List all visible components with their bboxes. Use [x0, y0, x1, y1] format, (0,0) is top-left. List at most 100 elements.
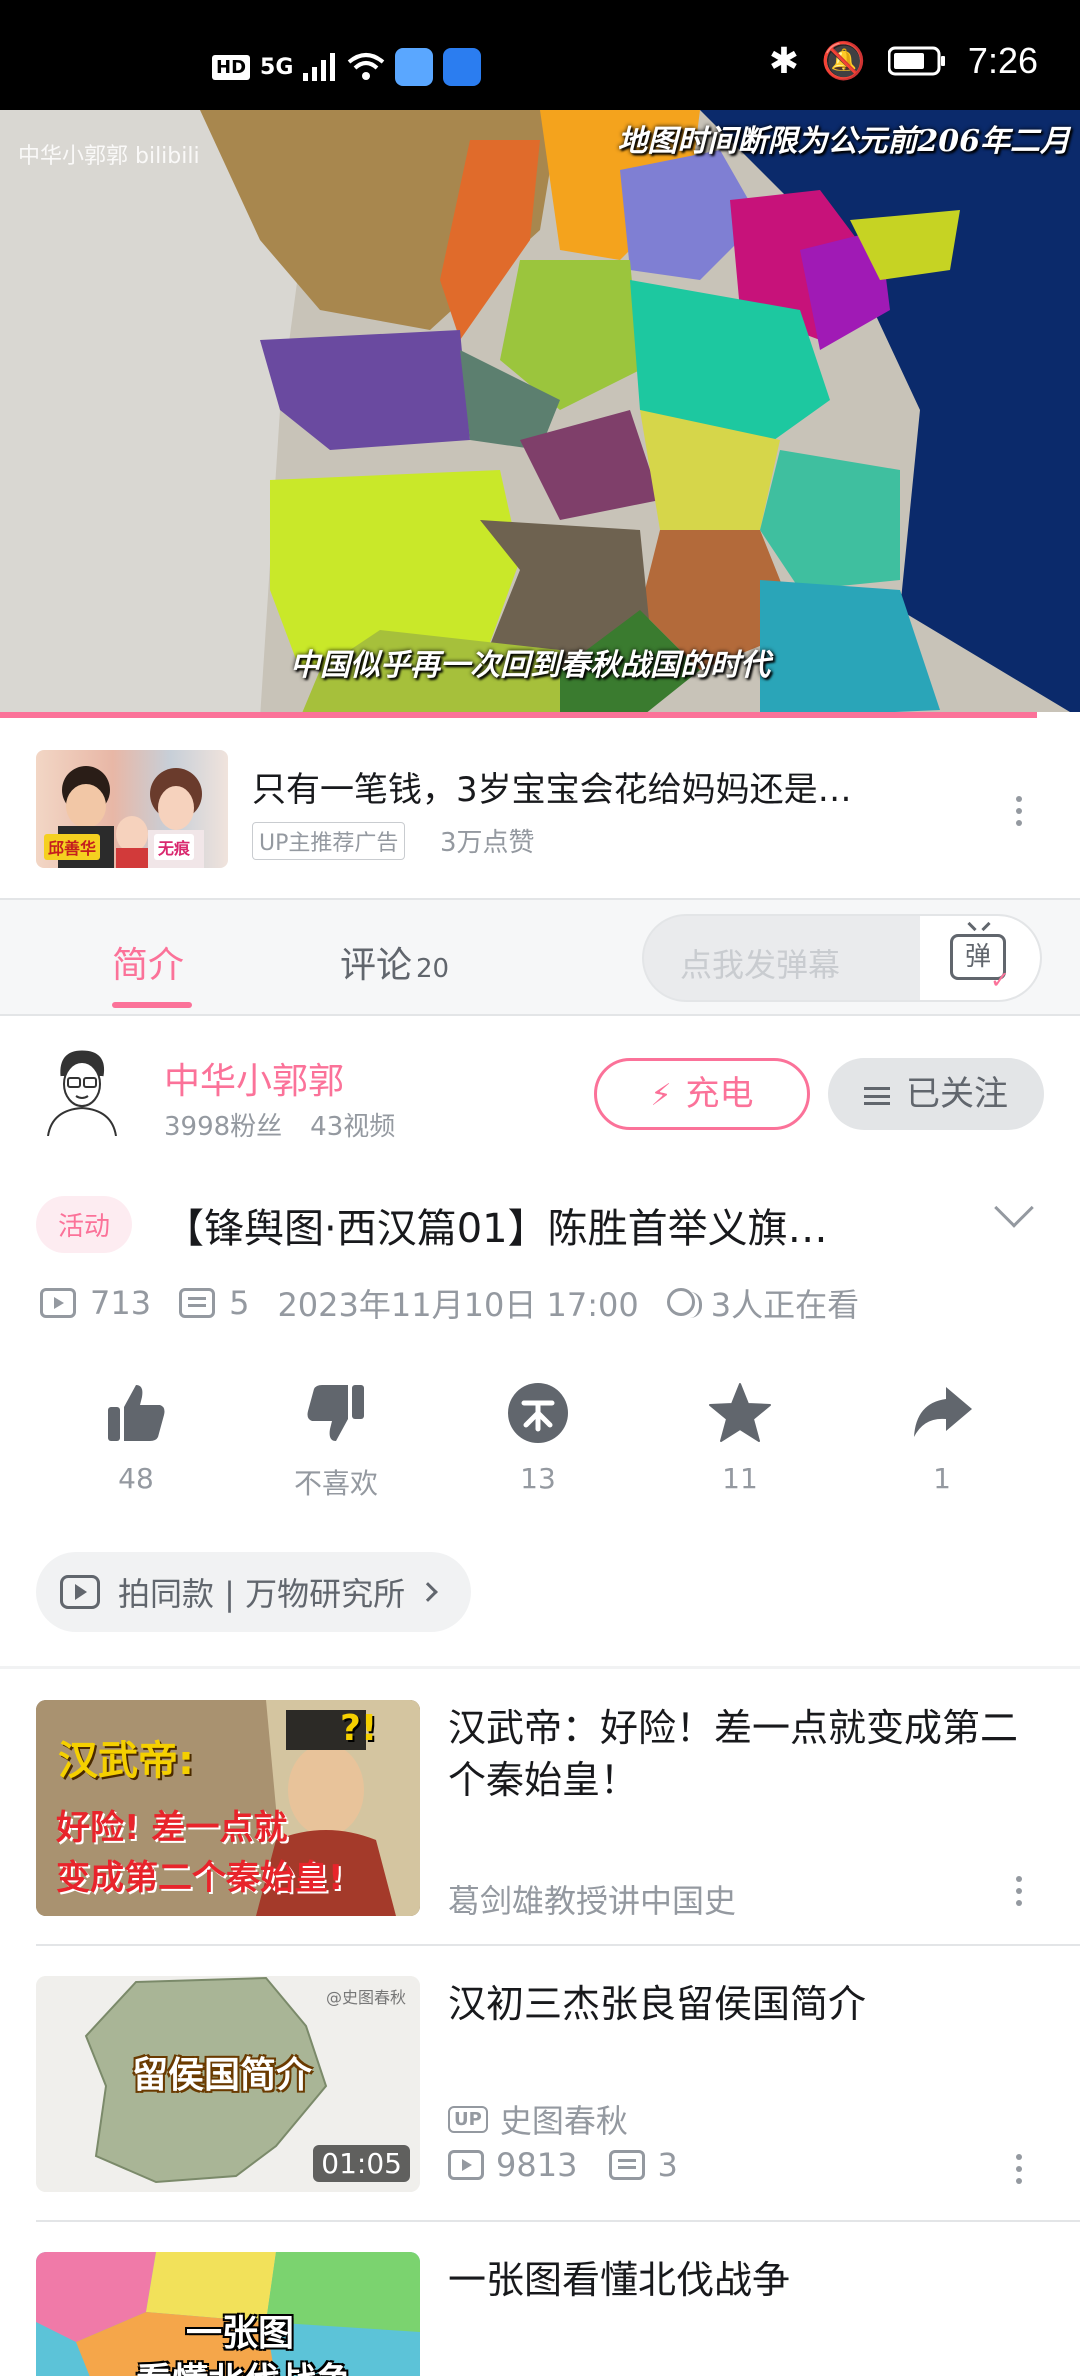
thumb-text: 一张图: [186, 2313, 295, 2354]
list-item[interactable]: 汉武帝: 好险! 差一点就 变成第二个秦始皇! ?! 汉武帝：好险！差一点就变成…: [0, 1700, 1080, 1976]
video-watermark: 中华小郭郭 bilibili: [18, 144, 200, 169]
tab-bar: 简介 评论 20 点我发弹幕 弹 ✓: [0, 900, 1080, 1014]
like-button[interactable]: 48: [66, 1378, 206, 1495]
related-danmaku: 3: [657, 2146, 678, 2184]
related-title[interactable]: 一张图看懂北伐战争: [448, 2254, 1048, 2306]
avatar[interactable]: [40, 1046, 124, 1136]
ad-title[interactable]: 只有一笔钱，3岁宝宝会花给妈妈还是…: [252, 762, 972, 811]
like-count: 48: [118, 1462, 154, 1495]
ad-thumb-tag-left: 邱善华: [44, 834, 101, 860]
bluetooth-icon: ✱: [768, 40, 800, 81]
battery-icon: [887, 46, 945, 76]
tab-comments-count: 20: [416, 954, 450, 984]
divider: [0, 1666, 1080, 1669]
list-item[interactable]: 留侯国简介 @史图春秋 01:05 汉初三杰张良留侯国简介 UP 史图春秋 981…: [0, 1976, 1080, 2252]
publish-date: 2023年11月10日 17:00: [277, 1286, 639, 1324]
follow-button[interactable]: 已关注: [828, 1058, 1044, 1130]
status-left: HD 5G: [212, 48, 482, 86]
uploader-fans: 3998粉丝: [164, 1112, 283, 1142]
tab-intro[interactable]: 简介: [112, 936, 184, 988]
charge-button[interactable]: ⚡ 充电: [594, 1058, 810, 1130]
list-item[interactable]: 一张图 看懂北伐战争 一张图看懂北伐战争: [0, 2252, 1080, 2376]
ad-row[interactable]: 邱善华 无痕 只有一笔钱，3岁宝宝会花给妈妈还是… UP主推荐广告 3万点赞: [0, 718, 1080, 898]
app-notification-icon-2: [443, 48, 482, 86]
wifi-icon: [348, 53, 385, 80]
related-stats: 9813 3: [448, 2146, 678, 2184]
chevron-right-icon: [418, 1582, 439, 1602]
coin-icon: [508, 1383, 568, 1443]
thumb-text: 留侯国简介: [132, 2055, 313, 2096]
charge-label: 充电: [685, 1074, 754, 1114]
thumb-watermark: @史图春秋: [325, 1988, 406, 2007]
divider: [36, 2220, 1080, 2222]
star-icon: [709, 1383, 771, 1442]
tab-comments[interactable]: 评论 20: [340, 936, 449, 988]
coin-count: 13: [520, 1462, 556, 1495]
chip-label: 拍同款 | 万物研究所: [118, 1575, 406, 1613]
activity-tag[interactable]: 活动: [36, 1196, 133, 1253]
more-icon[interactable]: [1016, 2154, 1024, 2184]
coin-button[interactable]: 13: [468, 1378, 608, 1495]
check-icon: ✓: [990, 966, 1011, 994]
danmaku-button[interactable]: 弹 ✓: [920, 916, 1040, 1000]
danmaku-placeholder: 点我发弹幕: [680, 946, 841, 984]
duration-badge: 01:05: [313, 2145, 410, 2182]
play-count-icon: [448, 2150, 484, 2180]
related-thumbnail[interactable]: 汉武帝: 好险! 差一点就 变成第二个秦始皇! ?!: [36, 1700, 420, 1916]
video-meta: 713 5 2023年11月10日 17:00 3人正在看: [40, 1280, 859, 1326]
dislike-label: 不喜欢: [293, 1467, 378, 1500]
thumbs-up-icon: [108, 1385, 165, 1441]
play-count-icon: [40, 1288, 76, 1318]
video-title-row[interactable]: 活动 【锋舆图·西汉篇01】陈胜首举义旗…: [0, 1188, 1080, 1268]
clock: 7:26: [967, 40, 1038, 81]
ad-thumb-tag-right: 无痕: [154, 834, 195, 860]
favorite-button[interactable]: 11: [670, 1378, 810, 1495]
danmaku-count-icon: [609, 2150, 646, 2180]
danmaku-input[interactable]: 点我发弹幕 弹 ✓: [642, 914, 1042, 1002]
mute-icon: 🔕: [821, 40, 866, 81]
thumb-text-bot: 变成第二个秦始皇!: [56, 1858, 344, 1898]
ad-likes: 3万点赞: [440, 828, 535, 858]
hd-badge: HD: [212, 54, 251, 80]
video-title: 【锋舆图·西汉篇01】陈胜首举义旗…: [164, 1206, 828, 1252]
up-badge: UP: [448, 2105, 488, 2133]
related-thumbnail[interactable]: 留侯国简介 @史图春秋 01:05: [36, 1976, 420, 2192]
uploader-stats: 3998粉丝 43视频: [164, 1106, 423, 1143]
related-title[interactable]: 汉初三杰张良留侯国简介: [448, 1978, 1048, 2030]
tab-comments-label: 评论: [340, 945, 413, 986]
uploader-videos: 43视频: [310, 1112, 396, 1142]
related-author-row[interactable]: UP 史图春秋: [448, 2096, 628, 2142]
share-button[interactable]: 1: [872, 1378, 1012, 1495]
tab-underline: [112, 1002, 192, 1008]
network-type: 5G: [260, 54, 294, 80]
lightning-icon: ⚡: [650, 1078, 672, 1113]
signal-icon: [303, 53, 336, 81]
watching-count: 3人正在看: [710, 1286, 860, 1324]
dislike-button[interactable]: 不喜欢: [266, 1378, 406, 1502]
thumb-text-top: 汉武帝:: [58, 1738, 194, 1784]
chevron-down-icon[interactable]: [994, 1188, 1034, 1228]
video-camera-icon: [60, 1575, 100, 1609]
related-author[interactable]: 葛剑雄教授讲中国史: [448, 1876, 736, 1922]
related-title[interactable]: 汉武帝：好险！差一点就变成第二个秦始皇！: [448, 1702, 1048, 1806]
ad-more-icon[interactable]: [1016, 796, 1024, 826]
viewers-icon: [666, 1288, 702, 1318]
video-top-caption: 地图时间断限为公元前206年二月: [617, 124, 1070, 159]
status-right: ✱ 🔕 7:26: [769, 40, 1038, 82]
thumb-badge: ?!: [340, 1708, 378, 1749]
more-icon[interactable]: [1016, 1876, 1024, 1906]
action-bar: 48 不喜欢 13 11 1: [0, 1378, 1080, 1508]
share-count: 1: [933, 1462, 951, 1495]
video-player[interactable]: 中华小郭郭 bilibili 地图时间断限为公元前206年二月 中国似乎再一次回…: [0, 110, 1080, 718]
thumbs-down-icon: [307, 1385, 364, 1441]
related-thumbnail[interactable]: 一张图 看懂北伐战争: [36, 2252, 420, 2376]
uploader-name[interactable]: 中华小郭郭: [164, 1052, 344, 1104]
same-style-chip[interactable]: 拍同款 | 万物研究所: [36, 1552, 472, 1632]
video-subtitle: 中国似乎再一次回到春秋战国的时代: [290, 648, 770, 683]
uploader-row: 中华小郭郭 3998粉丝 43视频 ⚡ 充电 已关注: [0, 1016, 1080, 1176]
map-frame: [0, 110, 1080, 718]
ad-thumbnail[interactable]: 邱善华 无痕: [36, 750, 228, 868]
related-views: 9813: [496, 2146, 578, 2184]
danmaku-count: 5: [229, 1284, 250, 1322]
view-count: 713: [90, 1284, 152, 1322]
